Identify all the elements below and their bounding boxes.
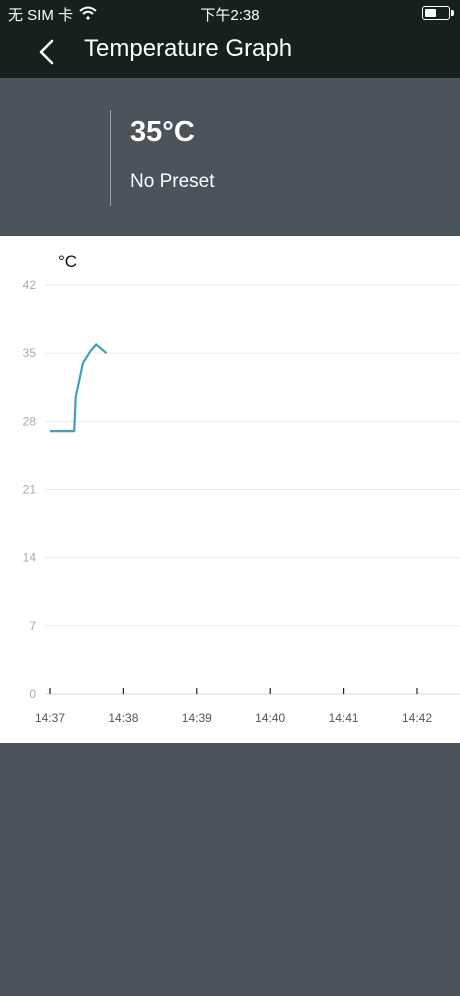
nav-bar: Temperature Graph bbox=[0, 26, 460, 78]
preset-label: No Preset bbox=[130, 171, 215, 192]
x-tick-label: 14:40 bbox=[255, 711, 285, 725]
back-button[interactable] bbox=[30, 36, 64, 70]
status-bar: 无 SIM 卡 下午2:38 bbox=[0, 0, 460, 26]
status-time: 下午2:38 bbox=[200, 7, 260, 24]
y-tick-label: 35 bbox=[23, 346, 37, 360]
battery-icon bbox=[422, 6, 454, 20]
x-tick-label: 14:38 bbox=[108, 711, 138, 725]
y-tick-label: 28 bbox=[23, 414, 37, 428]
y-tick-label: 7 bbox=[29, 619, 36, 633]
bottom-area bbox=[0, 743, 460, 996]
y-tick-label: 0 bbox=[29, 687, 36, 701]
vertical-divider bbox=[110, 110, 111, 206]
x-tick-label: 14:37 bbox=[35, 711, 65, 725]
x-tick-label: 14:41 bbox=[329, 711, 359, 725]
temperature-series-line bbox=[50, 343, 108, 433]
temperature-panel: 35°C No Preset bbox=[0, 78, 460, 236]
y-tick-label: 21 bbox=[23, 483, 37, 497]
current-temperature: 35°C bbox=[130, 116, 195, 148]
chevron-left-icon bbox=[39, 39, 54, 65]
chart-svg: °C 0 7 14 21 28 35 42 14:37 14:38 14:39 14:40 14:41 1… bbox=[23, 252, 460, 725]
x-tick-label: 14:42 bbox=[402, 711, 432, 725]
y-axis-label: °C bbox=[58, 252, 77, 271]
x-tick-label: 14:39 bbox=[182, 711, 212, 725]
y-tick-label: 42 bbox=[23, 278, 37, 292]
temperature-chart: °C 0 7 14 21 28 35 42 14:37 14:38 14:39 14:40 14:41 1… bbox=[0, 236, 460, 743]
page-title: Temperature Graph bbox=[84, 35, 293, 62]
y-tick-label: 14 bbox=[23, 551, 37, 565]
